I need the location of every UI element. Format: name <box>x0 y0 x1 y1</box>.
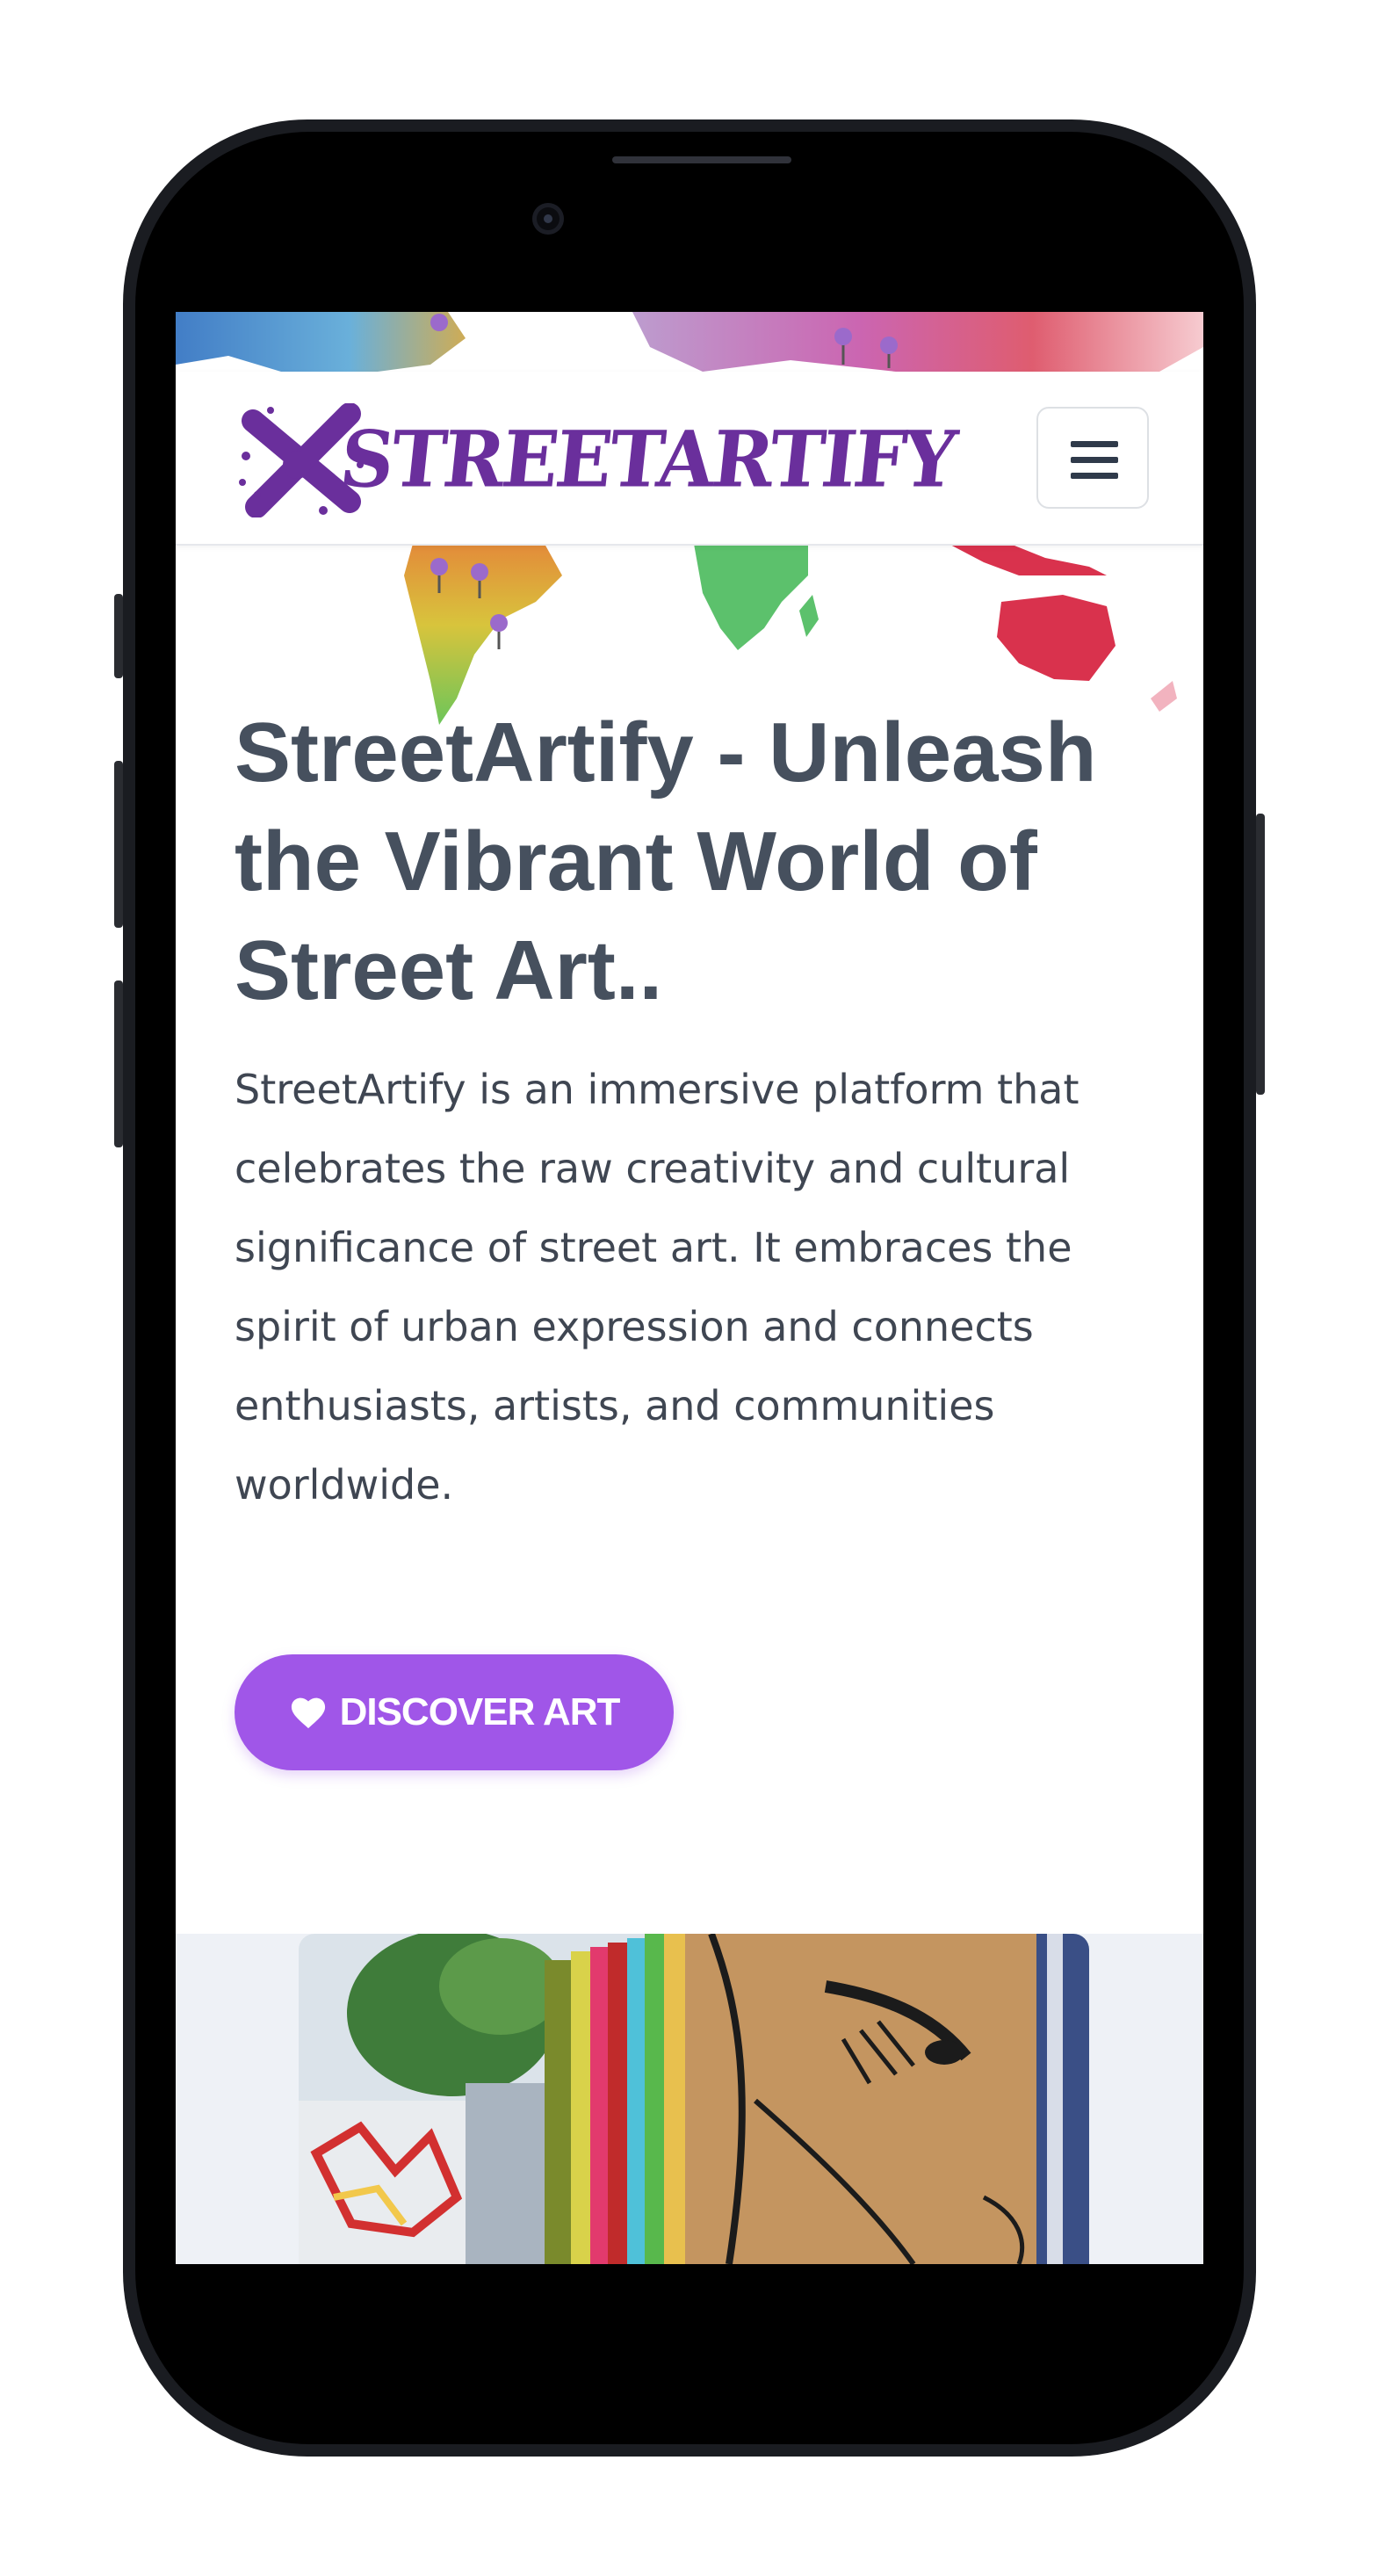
hero-title: StreetArtify - Unleash the Vibrant World… <box>235 706 1097 1017</box>
heart-icon <box>291 1697 325 1729</box>
navbar: STREETARTIFY <box>176 372 1203 546</box>
volume-down-button <box>114 980 123 1147</box>
discover-art-label: DISCOVER ART <box>339 1690 621 1733</box>
phone-speaker <box>612 156 791 163</box>
screen: STREETARTIFY StreetArtify - Unleash the … <box>176 312 1203 2264</box>
power-button <box>1256 814 1265 1095</box>
brand-logo[interactable]: STREETARTIFY <box>235 403 958 517</box>
brand-name: STREETARTIFY <box>336 413 959 505</box>
discover-art-button[interactable]: DISCOVER ART <box>235 1654 674 1770</box>
hero-description: StreetArtify is an immersive platform th… <box>235 1066 1079 1509</box>
street-art-image[interactable] <box>299 1934 1089 2264</box>
volume-up-button <box>114 761 123 928</box>
mute-switch <box>114 594 123 678</box>
front-camera-icon <box>532 203 564 235</box>
menu-toggle-button[interactable] <box>1036 407 1149 509</box>
